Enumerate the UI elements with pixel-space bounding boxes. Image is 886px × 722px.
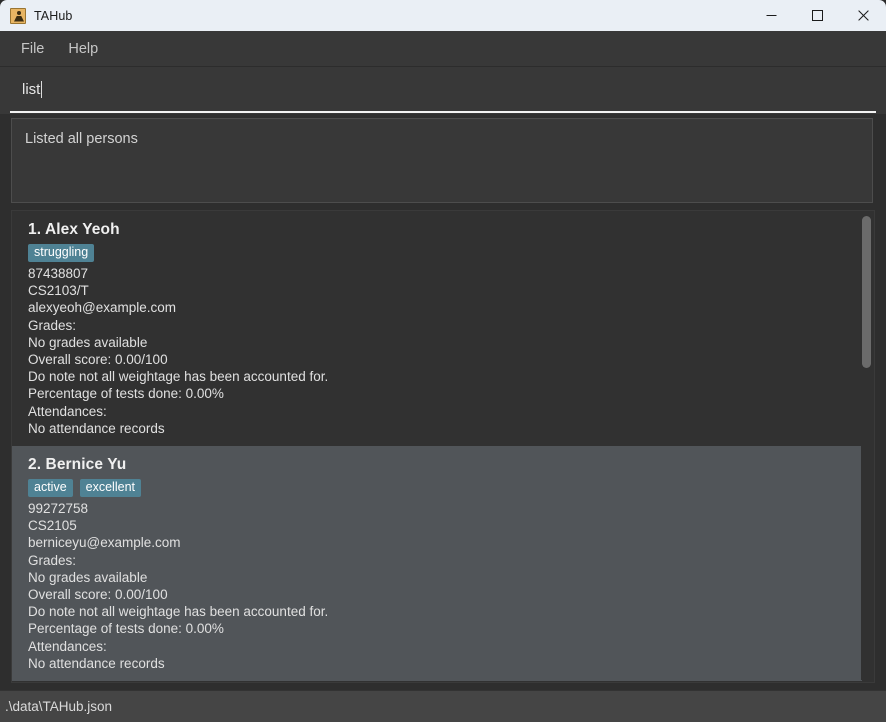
person-phone: 99272758: [28, 501, 89, 517]
close-icon[interactable]: [840, 0, 886, 31]
person-tests-done: Percentage of tests done: 0.00%: [28, 621, 224, 637]
person-grades-label: Grades:: [28, 317, 77, 333]
app-person-icon: [10, 7, 26, 24]
person-attendance-label: Attendances:: [28, 638, 107, 654]
person-overall-score: Overall score: 0.00/100: [28, 587, 168, 603]
person-email: berniceyu@example.com: [28, 535, 181, 551]
tahub-application-window: TAHub File Help list Listed all persons: [0, 0, 886, 722]
person-tests-done: Percentage of tests done: 0.00%: [28, 386, 224, 402]
menu-item-help[interactable]: Help: [59, 36, 107, 62]
person-list-items: 1. Alex Yeoh struggling 87438807 CS2103/…: [12, 211, 874, 682]
status-badge: struggling: [28, 244, 95, 262]
result-message: Listed all persons: [25, 131, 138, 147]
window-controls: [748, 0, 886, 31]
person-list-area: 1. Alex Yeoh struggling 87438807 CS2103/…: [0, 210, 886, 690]
person-name: 1. Alex Yeoh: [28, 221, 120, 238]
person-weightage-note: Do note not all weightage has been accou…: [28, 369, 329, 385]
status-badge: excellent: [79, 479, 141, 498]
result-display-box: Listed all persons: [11, 118, 873, 203]
minimize-icon[interactable]: [748, 0, 794, 31]
person-attendance-value: No attendance records: [28, 655, 165, 671]
title-bar-left: TAHub: [0, 7, 73, 24]
person-list-panel[interactable]: 1. Alex Yeoh struggling 87438807 CS2103/…: [11, 210, 875, 683]
status-badge: active: [28, 479, 73, 498]
person-module: CS2103/T: [28, 283, 89, 299]
list-item[interactable]: 2. Bernice Yu active excellent 99272758 …: [12, 446, 862, 682]
status-bar: .\data\TAHub.json: [0, 690, 886, 722]
person-email: alexyeoh@example.com: [28, 300, 177, 316]
person-attendance-value: No attendance records: [28, 420, 165, 436]
result-display-area: Listed all persons: [0, 114, 886, 210]
person-module: CS2105: [28, 518, 77, 534]
person-name: 2. Bernice Yu: [28, 456, 127, 474]
person-grades-label: Grades:: [28, 552, 77, 568]
person-tags: struggling: [28, 244, 862, 262]
person-grades-value: No grades available: [28, 334, 148, 350]
person-phone: 87438807: [28, 266, 89, 281]
title-bar: TAHub: [0, 0, 886, 31]
menu-bar: File Help: [0, 31, 886, 67]
command-input[interactable]: list: [10, 68, 876, 113]
maximize-icon[interactable]: [794, 0, 840, 31]
person-attendance-label: Attendances:: [28, 403, 107, 419]
menu-item-file[interactable]: File: [12, 36, 53, 62]
person-overall-score: Overall score: 0.00/100: [28, 352, 168, 368]
command-box-area: list: [0, 67, 886, 114]
list-item[interactable]: 1. Alex Yeoh struggling 87438807 CS2103/…: [12, 211, 862, 446]
person-grades-value: No grades available: [28, 569, 148, 585]
command-input-value: list: [22, 81, 41, 98]
save-location-status: .\data\TAHub.json: [5, 699, 113, 714]
person-tags: active excellent: [28, 479, 862, 498]
scrollbar-thumb[interactable]: [862, 216, 871, 368]
list-scrollbar[interactable]: [861, 213, 872, 680]
window-title: TAHub: [34, 8, 73, 23]
text-caret: [41, 81, 43, 98]
person-weightage-note: Do note not all weightage has been accou…: [28, 604, 329, 620]
